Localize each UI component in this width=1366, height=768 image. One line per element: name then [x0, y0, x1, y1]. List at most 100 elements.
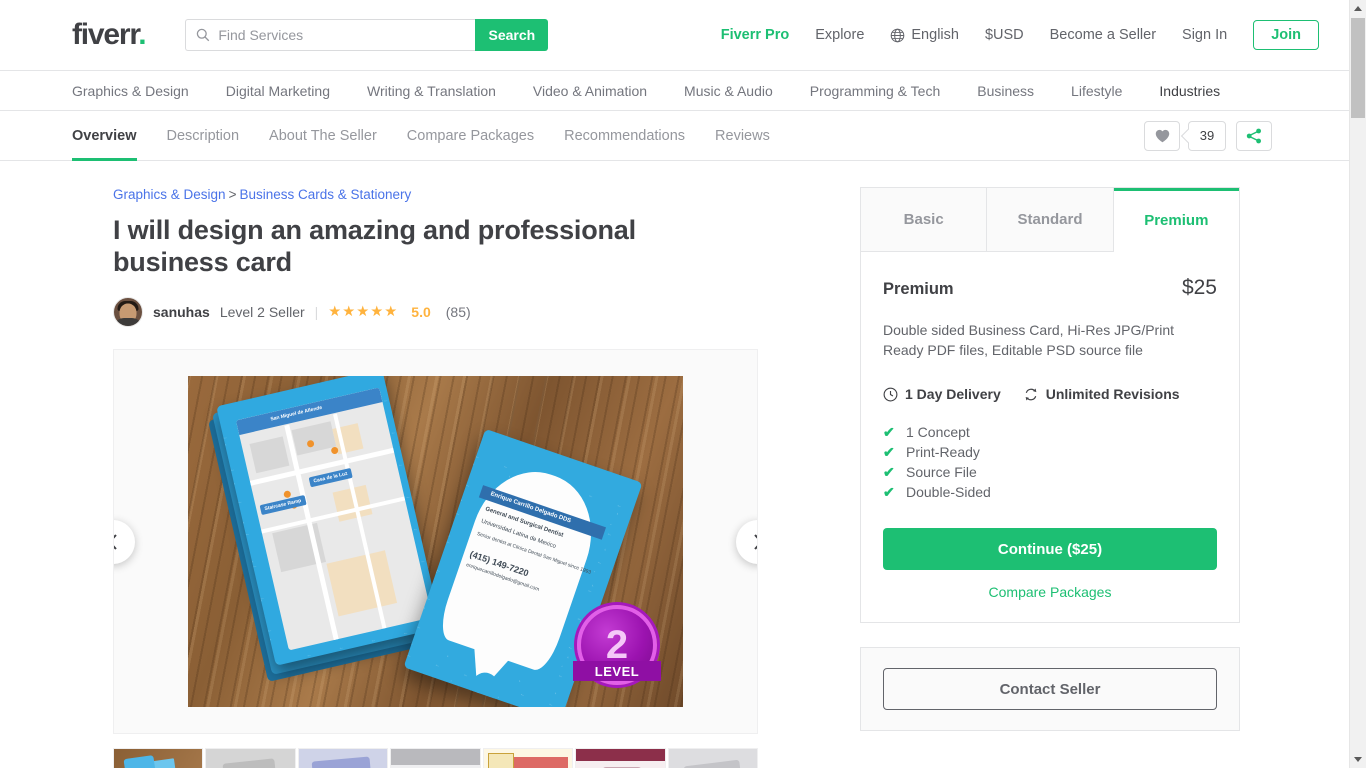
gallery-prev-button[interactable] [114, 519, 135, 564]
fiverr-logo[interactable]: fiverr. [72, 18, 147, 51]
compare-packages-link[interactable]: Compare Packages [883, 584, 1217, 600]
contact-seller-button[interactable]: Contact Seller [883, 668, 1217, 710]
thumbnail-6[interactable] [575, 748, 666, 768]
package-tab-basic[interactable]: Basic [861, 188, 988, 252]
check-icon: ✔ [883, 424, 895, 440]
map-label-staircase: Staircase Ramp [259, 495, 307, 516]
check-icon: ✔ [883, 464, 895, 480]
gallery-main-image[interactable]: San Miguel de Allende Casa de la Luz Sta… [188, 376, 683, 707]
category-video-animation[interactable]: Video & Animation [533, 83, 647, 99]
feature-item: ✔ Print-Ready [883, 442, 1217, 462]
thumbnails-next-button[interactable] [760, 762, 786, 768]
package-card: Basic Standard Premium Premium $25 Doubl… [860, 187, 1240, 623]
gig-section-tabs: Overview Description About The Seller Co… [0, 111, 1349, 161]
avatar-shoulders [114, 318, 142, 326]
header-nav: Fiverr Pro Explore English $USD Become a… [721, 20, 1349, 50]
category-writing-translation[interactable]: Writing & Translation [367, 83, 496, 99]
tab-description[interactable]: Description [167, 111, 240, 161]
chevron-left-icon [114, 533, 117, 550]
thumbnail-7[interactable] [667, 748, 758, 768]
thumbnail-2[interactable] [205, 748, 296, 768]
thumbnail-3[interactable] [297, 748, 389, 768]
feature-item: ✔ Double-Sided [883, 482, 1217, 502]
badge-ribbon: LEVEL [573, 661, 661, 681]
feature-label: Print-Ready [906, 444, 980, 460]
badge-number: 2 [605, 623, 629, 667]
feature-label: Double-Sided [906, 484, 991, 500]
globe-icon [891, 28, 905, 42]
continue-button[interactable]: Continue ($25) [883, 528, 1217, 570]
seller-name[interactable]: sanuhas [153, 304, 210, 320]
search-box[interactable] [185, 19, 476, 51]
level-2-badge: 2 LEVEL [573, 601, 661, 689]
check-icon: ✔ [883, 484, 895, 500]
scrollbar-thumb[interactable] [1351, 18, 1365, 118]
tab-recommendations[interactable]: Recommendations [564, 111, 685, 161]
logo-dot: . [138, 18, 146, 51]
breadcrumb: Graphics & Design > Business Cards & Stati… [113, 187, 758, 202]
avatar[interactable] [113, 297, 143, 327]
scroll-up-button[interactable] [1350, 0, 1366, 17]
delivery-label: 1 Day Delivery [905, 386, 1001, 402]
share-button[interactable] [1236, 120, 1272, 151]
breadcrumb-item-2[interactable]: Business Cards & Stationery [239, 187, 411, 202]
category-industries[interactable]: Industries [1159, 83, 1220, 99]
star-icon: ★ [342, 303, 356, 320]
category-programming-tech[interactable]: Programming & Tech [810, 83, 940, 99]
thumbnail-4[interactable] [390, 748, 481, 768]
package-tab-standard[interactable]: Standard [987, 188, 1114, 252]
feature-item: ✔ Source File [883, 462, 1217, 482]
refresh-icon [1025, 388, 1037, 400]
heart-icon [1155, 129, 1169, 142]
favorite-button[interactable] [1144, 120, 1180, 151]
gig-gallery: San Miguel de Allende Casa de la Luz Sta… [113, 349, 758, 734]
category-lifestyle[interactable]: Lifestyle [1071, 83, 1122, 99]
tab-about-the-seller[interactable]: About The Seller [269, 111, 377, 161]
check-icon: ✔ [883, 444, 895, 460]
category-graphics-design[interactable]: Graphics & Design [72, 83, 189, 99]
star-icon: ★ [356, 303, 370, 320]
tab-reviews[interactable]: Reviews [715, 111, 770, 161]
gig-sidebar: Basic Standard Premium Premium $25 Doubl… [860, 187, 1240, 768]
nav-language[interactable]: English [890, 27, 959, 43]
tab-overview[interactable]: Overview [72, 111, 137, 161]
breadcrumb-item-1[interactable]: Graphics & Design [113, 187, 226, 202]
category-business[interactable]: Business [977, 83, 1034, 99]
category-music-audio[interactable]: Music & Audio [684, 83, 773, 99]
triangle-down-icon [1354, 757, 1362, 762]
package-body: Premium $25 Double sided Business Card, … [861, 252, 1239, 622]
nav-explore[interactable]: Explore [815, 27, 864, 43]
seller-summary: sanuhas Level 2 Seller | ★ ★ ★ ★ ★ 5.0 (… [113, 297, 758, 327]
gig-main-column: Graphics & Design > Business Cards & Stati… [113, 187, 758, 768]
map-block [249, 436, 290, 474]
page-scrollbar[interactable] [1349, 0, 1366, 768]
chevron-right-icon [754, 533, 757, 550]
map-block [291, 421, 337, 456]
feature-label: 1 Concept [906, 424, 970, 440]
search-input[interactable] [218, 27, 459, 43]
gig-content: Graphics & Design > Business Cards & Stati… [0, 161, 1349, 768]
thumbnail-5[interactable] [482, 748, 574, 768]
triangle-up-icon [1354, 6, 1362, 11]
search-button[interactable]: Search [475, 19, 549, 51]
nav-currency[interactable]: $USD [985, 27, 1024, 43]
category-nav: Graphics & Design Digital Marketing Writ… [0, 71, 1349, 111]
collect-count[interactable]: 39 [1188, 120, 1226, 151]
gallery-thumbnails [113, 748, 758, 768]
rating-count: (85) [445, 304, 471, 320]
contact-seller-card: Contact Seller [860, 647, 1240, 731]
scroll-down-button[interactable] [1350, 751, 1366, 768]
package-header: Premium $25 [883, 276, 1217, 300]
join-button[interactable]: Join [1253, 20, 1319, 50]
nav-fiverr-pro[interactable]: Fiverr Pro [721, 27, 790, 43]
nav-become-a-seller[interactable]: Become a Seller [1050, 27, 1156, 43]
category-digital-marketing[interactable]: Digital Marketing [226, 83, 330, 99]
gallery-next-button[interactable] [736, 519, 757, 564]
thumbnail-1[interactable] [113, 748, 204, 768]
seller-divider: | [314, 304, 319, 320]
package-tab-premium[interactable]: Premium [1113, 188, 1240, 252]
search-icon [197, 28, 210, 42]
package-meta: 1 Day Delivery Unlimited Revisions [883, 386, 1217, 402]
tab-compare-packages[interactable]: Compare Packages [407, 111, 534, 161]
nav-sign-in[interactable]: Sign In [1182, 27, 1227, 43]
